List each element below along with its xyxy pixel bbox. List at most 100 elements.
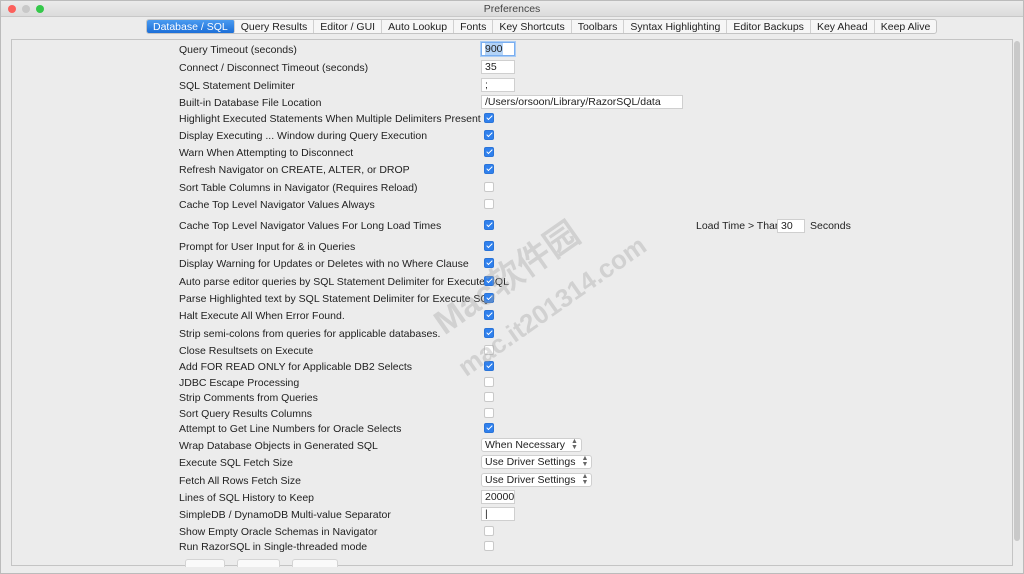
tab-query-results[interactable]: Query Results — [235, 20, 315, 33]
tab-keep-alive[interactable]: Keep Alive — [875, 20, 937, 33]
setting-row: Halt Execute All When Error Found. — [12, 308, 1012, 324]
select-value: Use Driver Settings — [485, 474, 576, 486]
tab-auto-lookup[interactable]: Auto Lookup — [382, 20, 455, 33]
setting-label: Close Resultsets on Execute — [179, 345, 314, 357]
checkbox[interactable] — [484, 541, 494, 551]
setting-row: Sort Query Results Columns — [12, 406, 1012, 422]
setting-label: Sort Table Columns in Navigator (Require… — [179, 182, 418, 194]
setting-row: Refresh Navigator on CREATE, ALTER, or D… — [12, 162, 1012, 178]
setting-row: Auto parse editor queries by SQL Stateme… — [12, 274, 1012, 290]
setting-row: Sort Table Columns in Navigator (Require… — [12, 180, 1012, 196]
execute-sql-fetch-size-select[interactable]: Use Driver Settings ▲ ▼ — [481, 455, 593, 469]
checkbox[interactable] — [484, 164, 494, 174]
tab-editor-gui[interactable]: Editor / GUI — [314, 20, 383, 33]
setting-row: Highlight Executed Statements When Multi… — [12, 111, 1012, 127]
setting-row: SimpleDB / DynamoDB Multi-value Separato… — [12, 507, 1012, 523]
load-time-field[interactable]: 30 — [777, 219, 805, 233]
setting-row: Prompt for User Input for & in Queries — [12, 239, 1012, 255]
setting-row: Attempt to Get Line Numbers for Oracle S… — [12, 421, 1012, 437]
wrap-database-objects-in-gener-select[interactable]: When Necessary ▲ ▼ — [481, 438, 582, 452]
checkbox[interactable] — [484, 130, 494, 140]
checkbox[interactable] — [484, 293, 494, 303]
setting-label: Warn When Attempting to Disconnect — [179, 147, 354, 159]
checkbox[interactable] — [484, 377, 494, 387]
checkbox[interactable] — [484, 345, 494, 355]
checkbox[interactable] — [484, 147, 494, 157]
checkbox[interactable] — [484, 328, 494, 338]
setting-label: Parse Highlighted text by SQL Statement … — [179, 293, 495, 305]
checkbox[interactable] — [484, 220, 494, 230]
window-title: Preferences — [483, 3, 541, 15]
chevron-up-down-icon: ▲ ▼ — [581, 473, 589, 486]
setting-row: Wrap Database Objects in Generated SQL Wh… — [12, 438, 1012, 454]
checkbox[interactable] — [484, 310, 494, 320]
minimize-button[interactable] — [22, 5, 30, 13]
setting-row: Connect / Disconnect Timeout (seconds) 35 — [12, 60, 1012, 76]
setting-label: Query Timeout (seconds) — [179, 44, 297, 56]
chevron-up-down-icon: ▲ ▼ — [581, 455, 589, 468]
setting-label: Sort Query Results Columns — [179, 408, 313, 420]
close-button[interactable] — [8, 5, 16, 13]
checkbox[interactable] — [484, 276, 494, 286]
setting-row: Show Empty Oracle Schemas in Navigator — [12, 524, 1012, 540]
setting-label: Refresh Navigator on CREATE, ALTER, or D… — [179, 164, 410, 176]
setting-label: Show Empty Oracle Schemas in Navigator — [179, 526, 378, 538]
field-value: | — [485, 508, 488, 520]
setting-label: Add FOR READ ONLY for Applicable DB2 Sel… — [179, 361, 413, 373]
tab-key-shortcuts[interactable]: Key Shortcuts — [493, 20, 572, 33]
setting-label: Strip Comments from Queries — [179, 392, 318, 404]
setting-label: SimpleDB / DynamoDB Multi-value Separato… — [179, 509, 391, 521]
setting-label: Connect / Disconnect Timeout (seconds) — [179, 62, 369, 74]
setting-label: Wrap Database Objects in Generated SQL — [179, 440, 378, 452]
button-fragment — [292, 559, 338, 567]
setting-label: Auto parse editor queries by SQL Stateme… — [179, 276, 509, 288]
scrollbar-thumb[interactable] — [1014, 41, 1020, 541]
checkbox[interactable] — [484, 408, 494, 418]
tab-bar: Database / SQL Query Results Editor / GUI A… — [146, 19, 938, 34]
connect-disconnect-timeout-sec-field[interactable]: 35 — [481, 60, 515, 74]
tab-toolbars[interactable]: Toolbars — [572, 20, 625, 33]
checkbox[interactable] — [484, 423, 494, 433]
tab-syntax-highlighting[interactable]: Syntax Highlighting — [624, 20, 728, 33]
scrollbar[interactable] — [1013, 41, 1021, 541]
checkbox[interactable] — [484, 199, 494, 209]
setting-label: Execute SQL Fetch Size — [179, 457, 293, 469]
checkbox[interactable] — [484, 361, 494, 371]
checkbox[interactable] — [484, 526, 494, 536]
setting-label: Attempt to Get Line Numbers for Oracle S… — [179, 423, 402, 435]
field-value: ; — [485, 79, 488, 91]
zoom-button[interactable] — [36, 5, 44, 13]
seconds-label: Seconds — [810, 220, 851, 232]
setting-row: Cache Top Level Navigator Values For Lon… — [12, 218, 1012, 234]
setting-row: Cache Top Level Navigator Values Always — [12, 197, 1012, 213]
checkbox[interactable] — [484, 182, 494, 192]
tab-key-ahead[interactable]: Key Ahead — [811, 20, 875, 33]
load-time-label: Load Time > Than — [696, 220, 781, 232]
query-timeout-seconds-field[interactable]: 900 — [481, 42, 515, 56]
setting-label: Run RazorSQL in Single-threaded mode — [179, 541, 368, 553]
setting-row: Run RazorSQL in Single-threaded mode — [12, 539, 1012, 555]
setting-row: Execute SQL Fetch Size Use Driver Setting… — [12, 455, 1012, 471]
select-value: Use Driver Settings — [485, 456, 576, 468]
simpledb-dynamodb-multi-value--field[interactable]: | — [481, 507, 515, 521]
fetch-all-rows-fetch-size-select[interactable]: Use Driver Settings ▲ ▼ — [481, 473, 593, 487]
checkbox[interactable] — [484, 241, 494, 251]
settings-panel: Query Timeout (seconds) 900 Connect / Disc… — [11, 39, 1013, 567]
setting-label: Strip semi-colons from queries for appli… — [179, 328, 441, 340]
setting-label: Built-in Database File Location — [179, 97, 322, 109]
setting-row: SQL Statement Delimiter; — [12, 78, 1012, 94]
setting-row: Close Resultsets on Execute — [12, 343, 1012, 359]
checkbox[interactable] — [484, 258, 494, 268]
tab-fonts[interactable]: Fonts — [454, 20, 494, 33]
tab-editor-backups[interactable]: Editor Backups — [727, 20, 811, 33]
sql-statement-delimiter-field[interactable]: ; — [481, 78, 515, 92]
setting-row: Strip semi-colons from queries for appli… — [12, 326, 1012, 342]
tab-database-sql[interactable]: Database / SQL — [147, 20, 235, 33]
built-in-database-file-locatio-field[interactable]: /Users/orsoon/Library/RazorSQL/data — [481, 95, 683, 109]
checkbox[interactable] — [484, 113, 494, 123]
field-value: 900 — [485, 43, 503, 55]
setting-label: Fetch All Rows Fetch Size — [179, 475, 301, 487]
setting-label: Highlight Executed Statements When Multi… — [179, 113, 481, 125]
checkbox[interactable] — [484, 392, 494, 402]
lines-of-sql-history-to-keep-field[interactable]: 20000 — [481, 490, 515, 504]
